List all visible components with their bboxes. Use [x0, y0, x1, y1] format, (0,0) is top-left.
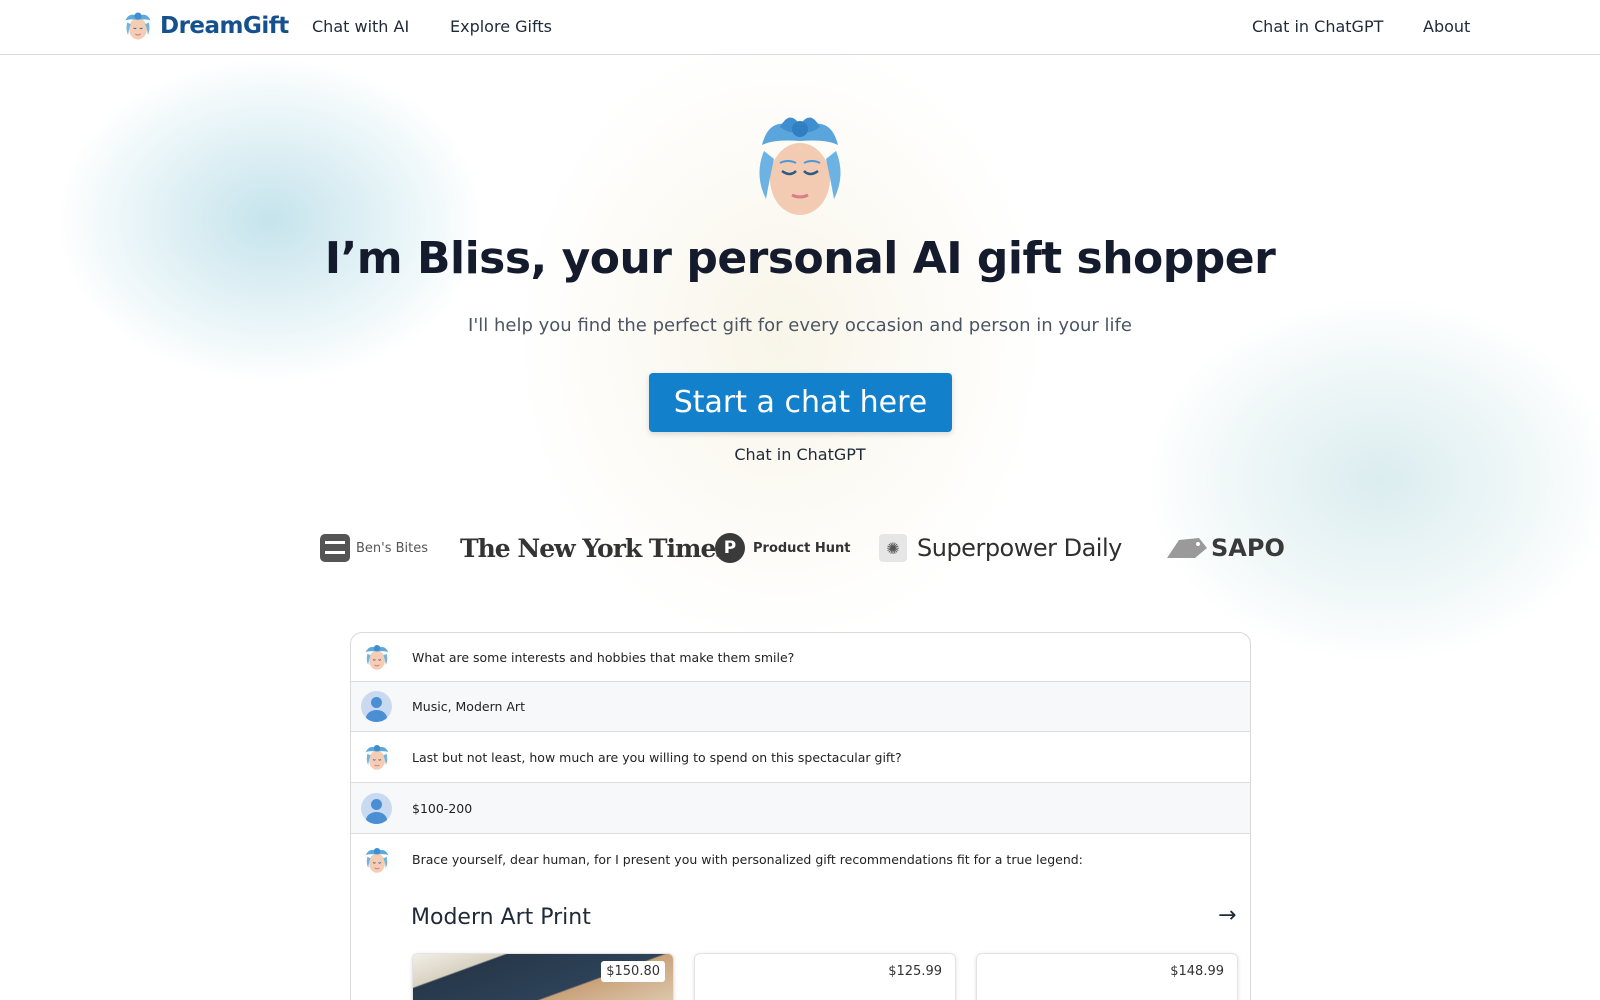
chat-message-text: $100-200 — [412, 800, 473, 816]
price-tag: $150.80 — [601, 961, 665, 982]
product-hunt-label: Product Hunt — [753, 540, 851, 556]
sapo-label: SAPO — [1211, 534, 1285, 562]
nav-explore-gifts[interactable]: Explore Gifts — [450, 17, 552, 36]
nav-about[interactable]: About — [1423, 17, 1470, 36]
hero-subtitle: I'll help you find the perfect gift for … — [468, 315, 1132, 336]
chat-message-text: Music, Modern Art — [412, 699, 525, 714]
arrow-right-icon[interactable]: → — [1218, 903, 1236, 928]
bliss-logo-icon — [125, 12, 151, 40]
user-avatar-icon — [361, 691, 392, 722]
press-logos: Ben's Bites The New York Times P Product… — [0, 530, 1600, 566]
press-superpower-daily: ✺ Superpower Daily — [879, 530, 1122, 566]
bens-bites-icon — [320, 534, 350, 562]
top-navigation-bar: DreamGift Chat with AI Explore Gifts Cha… — [0, 0, 1600, 55]
recommendation-section-title: Modern Art Print — [411, 905, 591, 930]
bliss-avatar-small-icon — [365, 645, 389, 670]
price-tag: $148.99 — [1165, 961, 1229, 982]
brand-home-link[interactable]: DreamGift — [120, 8, 289, 44]
bliss-avatar-small-icon — [365, 745, 389, 770]
superpower-daily-label: Superpower Daily — [917, 534, 1122, 562]
chat-message-text: Last but not least, how much are you wil… — [412, 749, 902, 765]
product-card[interactable]: $148.99 — [976, 953, 1238, 1000]
product-card[interactable]: $125.99 — [694, 953, 956, 1000]
nav-chat-with-ai[interactable]: Chat with AI — [312, 17, 409, 36]
chat-message-text: Brace yourself, dear human, for I presen… — [412, 852, 1083, 867]
chat-message: Music, Modern Art — [351, 682, 1250, 732]
price-tag: $125.99 — [883, 961, 947, 982]
chat-message: Last but not least, how much are you wil… — [351, 732, 1250, 783]
bliss-avatar-icon — [759, 117, 841, 215]
bens-bites-label: Ben's Bites — [356, 540, 429, 556]
press-nyt: The New York Times — [460, 530, 729, 566]
hero-title: I’m Bliss, your personal AI gift shopper — [324, 233, 1276, 284]
sapo-icon — [1167, 538, 1207, 558]
bliss-avatar-small-icon — [365, 847, 389, 873]
chat-message: What are some interests and hobbies that… — [351, 633, 1250, 682]
nyt-label: The New York Times — [460, 533, 729, 563]
user-avatar-icon — [361, 792, 392, 824]
press-sapo: SAPO — [1165, 530, 1285, 566]
background-blob-teal-right — [1150, 300, 1600, 660]
press-product-hunt: P Product Hunt — [715, 530, 850, 566]
start-chat-button[interactable]: Start a chat here — [649, 373, 952, 432]
superpower-daily-icon: ✺ — [879, 534, 907, 562]
chat-message-text: What are some interests and hobbies that… — [412, 649, 795, 665]
press-bens-bites: Ben's Bites — [320, 530, 428, 566]
nav-chat-in-chatgpt[interactable]: Chat in ChatGPT — [1252, 17, 1383, 36]
product-card[interactable]: $150.80 — [412, 953, 674, 1000]
chat-preview-panel: What are some interests and hobbies that… — [350, 632, 1251, 1000]
brand-name: DreamGift — [160, 13, 289, 39]
product-hunt-icon: P — [715, 533, 745, 563]
chat-message: Brace yourself, dear human, for I presen… — [351, 834, 1250, 885]
chat-in-chatgpt-link[interactable]: Chat in ChatGPT — [0, 445, 1600, 464]
chat-message: $100-200 — [351, 783, 1250, 834]
